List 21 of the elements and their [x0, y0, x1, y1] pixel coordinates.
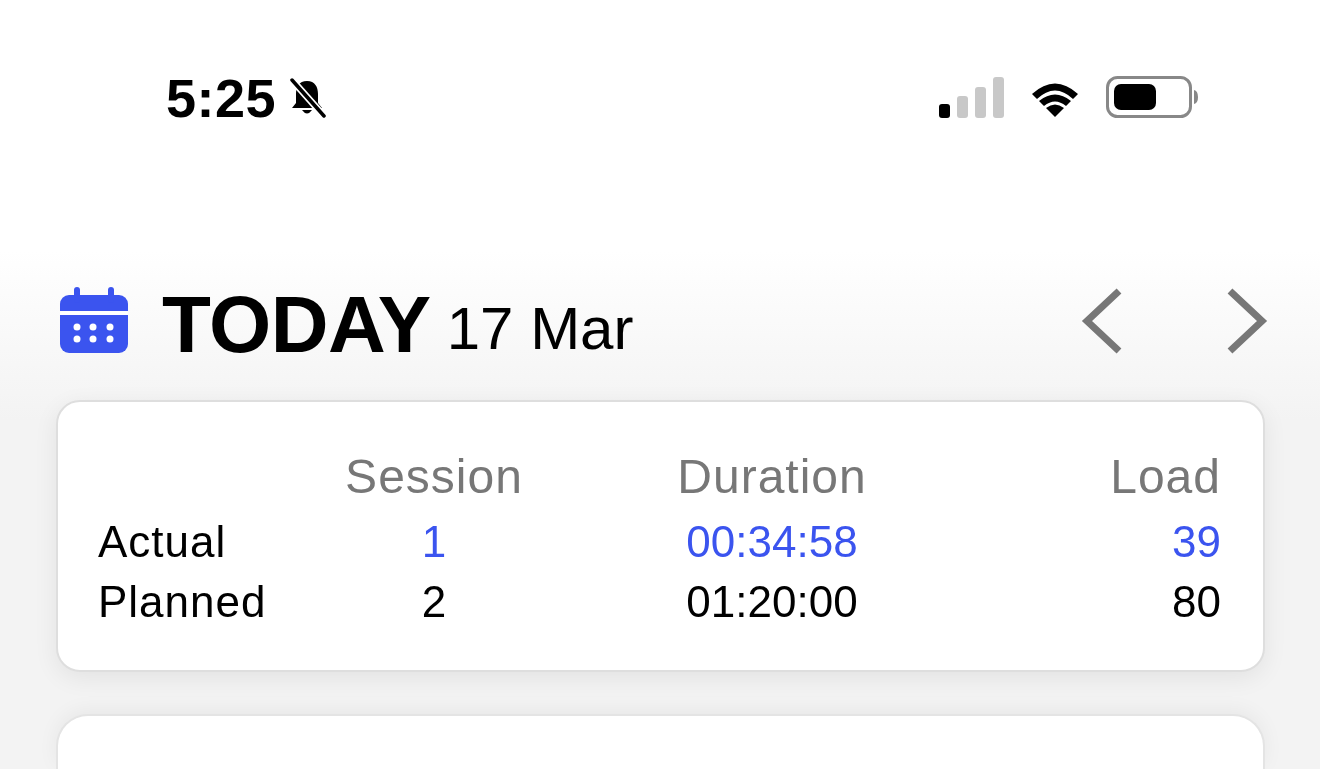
value-cell-text: 01:20:00: [685, 576, 859, 628]
value-cell-text: 80: [1171, 576, 1221, 628]
chevron-right-icon: [1226, 288, 1268, 354]
value-cell-text: 1: [420, 516, 448, 568]
status-time: 5:25: [166, 72, 277, 124]
day-title: TODAY: [162, 285, 431, 365]
row-label: Actual: [98, 516, 228, 568]
column-header: Session: [344, 449, 524, 505]
value-cell-text: 00:34:58: [685, 516, 859, 568]
value-cell-text: 2: [420, 576, 448, 628]
column-header: Load: [1109, 449, 1221, 505]
row-label: Planned: [98, 576, 268, 628]
calendar-icon: [60, 287, 128, 353]
column-header: Duration: [676, 449, 868, 505]
chevron-left-icon: [1081, 288, 1123, 354]
previous-day-button[interactable]: [1081, 288, 1123, 354]
next-day-button[interactable]: [1226, 288, 1268, 354]
date-label: 17 Mar: [446, 294, 634, 359]
battery-icon: [1106, 76, 1198, 118]
signal-icon: [939, 76, 1004, 118]
value-cell-text: 39: [1171, 516, 1221, 568]
